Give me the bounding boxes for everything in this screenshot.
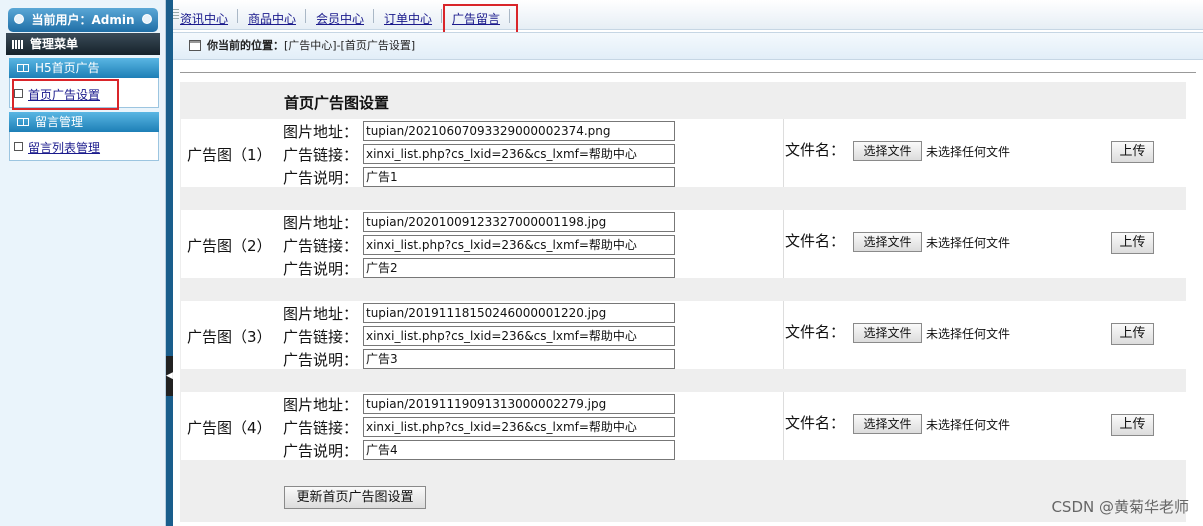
current-user-bar: 当前用户：Admin	[8, 8, 158, 32]
collapse-arrow-icon[interactable]: ◀	[166, 356, 173, 396]
menu-header: 管理菜单	[6, 33, 160, 55]
upload-button[interactable]: 上传	[1111, 141, 1154, 163]
ad-row-2: 广告图（2） 图片地址： tupian/20201009123327000001…	[181, 210, 1186, 278]
column-divider	[783, 210, 784, 278]
breadcrumb-prefix: 你当前的位置：	[207, 39, 284, 52]
no-file-text: 未选择任何文件	[926, 236, 1011, 250]
tab-divider	[237, 9, 238, 23]
window-icon	[189, 40, 201, 51]
grid-icon	[12, 40, 24, 49]
divider	[180, 72, 1196, 73]
left-sidebar: 当前用户：Admin 管理菜单 H5首页广告 首页广告设置 留言管理 留言列表管…	[0, 0, 166, 526]
column-divider	[783, 301, 784, 369]
pin-icon	[142, 14, 152, 24]
breadcrumb: 你当前的位置：[广告中心]-[首页广告设置]	[173, 32, 1203, 60]
tab-divider	[441, 9, 442, 23]
document-icon	[14, 142, 23, 151]
ad-link-label: 广告链接：	[283, 419, 359, 437]
ad-desc-label: 广告说明：	[283, 351, 359, 369]
section-title: H5首页广告	[35, 61, 100, 75]
ad-desc-label: 广告说明：	[283, 169, 359, 187]
top-nav: 资讯中心 商品中心 会员中心 订单中心 广告留言	[173, 0, 1203, 34]
choose-file-button[interactable]: 选择文件	[853, 414, 922, 434]
choose-file-button[interactable]: 选择文件	[853, 232, 922, 252]
ad-row-3: 广告图（3） 图片地址： tupian/20191118150246000001…	[181, 301, 1186, 369]
file-name-label: 文件名：	[785, 414, 846, 432]
ad-link-label: 广告链接：	[283, 328, 359, 346]
menu-title: 管理菜单	[30, 37, 79, 51]
file-name-label: 文件名：	[785, 323, 846, 341]
ad-row-label: 广告图（4）	[187, 419, 272, 437]
image-url-label: 图片地址：	[283, 214, 359, 232]
ad-desc-label: 广告说明：	[283, 442, 359, 460]
ad-link-label: 广告链接：	[283, 237, 359, 255]
watermark: CSDN @黄菊华老师	[1051, 498, 1189, 516]
form-title: 首页广告图设置	[284, 94, 390, 112]
current-user-label: 当前用户：Admin	[31, 13, 135, 27]
ad-row-label: 广告图（3）	[187, 328, 272, 346]
file-name-label: 文件名：	[785, 141, 846, 159]
choose-file-button[interactable]: 选择文件	[853, 323, 922, 343]
no-file-text: 未选择任何文件	[926, 145, 1011, 159]
ad-desc-input[interactable]: 广告1	[363, 167, 675, 187]
image-url-input[interactable]: tupian/20191119091313000002279.jpg	[363, 394, 675, 414]
update-settings-button[interactable]: 更新首页广告图设置	[284, 486, 426, 509]
book-icon	[17, 64, 29, 72]
ad-desc-label: 广告说明：	[283, 260, 359, 278]
tab-order-center[interactable]: 订单中心	[384, 10, 432, 27]
ad-desc-input[interactable]: 广告3	[363, 349, 675, 369]
image-url-input[interactable]: tupian/20191118150246000001220.jpg	[363, 303, 675, 323]
upload-button[interactable]: 上传	[1111, 323, 1154, 345]
image-url-label: 图片地址：	[283, 305, 359, 323]
image-url-input[interactable]: tupian/20201009123327000001198.jpg	[363, 212, 675, 232]
section-title: 留言管理	[35, 115, 84, 129]
pin-icon	[14, 14, 24, 24]
ad-desc-input[interactable]: 广告2	[363, 258, 675, 278]
breadcrumb-path: [广告中心]-[首页广告设置]	[284, 39, 416, 52]
ad-desc-input[interactable]: 广告4	[363, 440, 675, 460]
ad-link-input[interactable]: xinxi_list.php?cs_lxid=236&cs_lxmf=帮助中心	[363, 417, 675, 437]
ad-row-1: 广告图（1） 图片地址： tupian/20210607093329000002…	[181, 119, 1186, 187]
section-header-h5-ads[interactable]: H5首页广告	[9, 58, 159, 78]
upload-button[interactable]: 上传	[1111, 232, 1154, 254]
sidebar-splitter[interactable]: ◀	[166, 0, 173, 526]
ad-row-label: 广告图（2）	[187, 237, 272, 255]
book-icon	[17, 118, 29, 126]
tab-divider	[373, 9, 374, 23]
ad-row-label: 广告图（1）	[187, 146, 272, 164]
file-name-label: 文件名：	[785, 232, 846, 250]
image-url-label: 图片地址：	[283, 123, 359, 141]
image-url-label: 图片地址：	[283, 396, 359, 414]
highlight-box	[443, 4, 518, 34]
upload-button[interactable]: 上传	[1111, 414, 1154, 436]
choose-file-button[interactable]: 选择文件	[853, 141, 922, 161]
section-header-messages[interactable]: 留言管理	[9, 112, 159, 132]
tab-member-center[interactable]: 会员中心	[316, 10, 364, 27]
no-file-text: 未选择任何文件	[926, 327, 1011, 341]
ad-link-input[interactable]: xinxi_list.php?cs_lxid=236&cs_lxmf=帮助中心	[363, 144, 675, 164]
column-divider	[783, 392, 784, 460]
tab-divider	[305, 9, 306, 23]
no-file-text: 未选择任何文件	[926, 418, 1011, 432]
ad-row-4: 广告图（4） 图片地址： tupian/20191119091313000002…	[181, 392, 1186, 460]
ad-link-input[interactable]: xinxi_list.php?cs_lxid=236&cs_lxmf=帮助中心	[363, 326, 675, 346]
highlight-box	[12, 79, 119, 110]
image-url-input[interactable]: tupian/20210607093329000002374.png	[363, 121, 675, 141]
column-divider	[783, 119, 784, 187]
ad-link-label: 广告链接：	[283, 146, 359, 164]
tab-product-center[interactable]: 商品中心	[248, 10, 296, 27]
sidebar-item-label: 留言列表管理	[28, 141, 101, 155]
grip-icon	[173, 9, 179, 21]
ad-link-input[interactable]: xinxi_list.php?cs_lxid=236&cs_lxmf=帮助中心	[363, 235, 675, 255]
sidebar-item-message-list[interactable]: 留言列表管理	[14, 139, 100, 156]
tab-news-center[interactable]: 资讯中心	[180, 10, 228, 27]
